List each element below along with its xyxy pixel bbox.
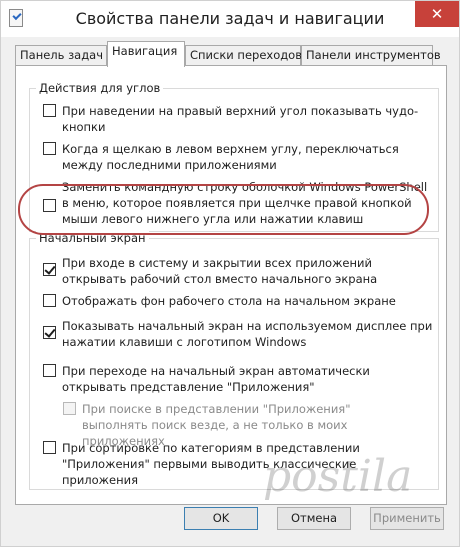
tab-navigation[interactable]: Навигация <box>107 41 185 67</box>
checkbox[interactable] <box>43 142 56 155</box>
checkbox[interactable] <box>43 441 56 454</box>
title-bar: Свойства панели задач и навигации ✕ <box>1 1 459 37</box>
window-title: Свойства панели задач и навигации <box>75 9 385 28</box>
option-label: Отображать фон рабочего стола на начальн… <box>62 294 396 308</box>
tab-toolbars[interactable]: Панели инструментов <box>301 45 441 66</box>
checkbox[interactable] <box>43 364 56 377</box>
option-label: При сортировке по категориям в представл… <box>62 441 360 487</box>
tab-jump-lists[interactable]: Списки переходов <box>185 45 302 66</box>
option-label: При входе в систему и закрытии всех прил… <box>62 256 378 286</box>
close-button[interactable]: ✕ <box>415 1 459 27</box>
checkbox-checked[interactable] <box>43 263 56 276</box>
checkbox[interactable] <box>43 294 56 307</box>
navigation-panel: Действия для углов При наведении на прав… <box>15 65 447 505</box>
cancel-button[interactable]: Отмена <box>277 507 351 530</box>
dialog-window: Свойства панели задач и навигации ✕ Пане… <box>0 0 460 547</box>
checkbox-disabled <box>63 402 76 415</box>
option-label: Когда я щелкаю в левом верхнем углу, пер… <box>62 142 399 172</box>
start-screen-group: Начальный экран При входе в систему и за… <box>29 230 439 490</box>
corners-group-title: Действия для углов <box>36 80 164 96</box>
checkbox[interactable] <box>43 104 56 117</box>
checkbox-checked[interactable] <box>43 326 56 339</box>
apply-button[interactable]: Применить <box>370 507 444 530</box>
tab-taskbar[interactable]: Панель задач <box>15 45 107 66</box>
ok-button[interactable]: OK <box>184 507 258 530</box>
option-label: При переходе на начальный экран автомати… <box>62 364 370 394</box>
option-label: Показывать начальный экран на используем… <box>62 319 433 349</box>
option-label: При наведении на правый верхний угол пок… <box>62 104 419 134</box>
highlight-ring <box>18 184 429 235</box>
